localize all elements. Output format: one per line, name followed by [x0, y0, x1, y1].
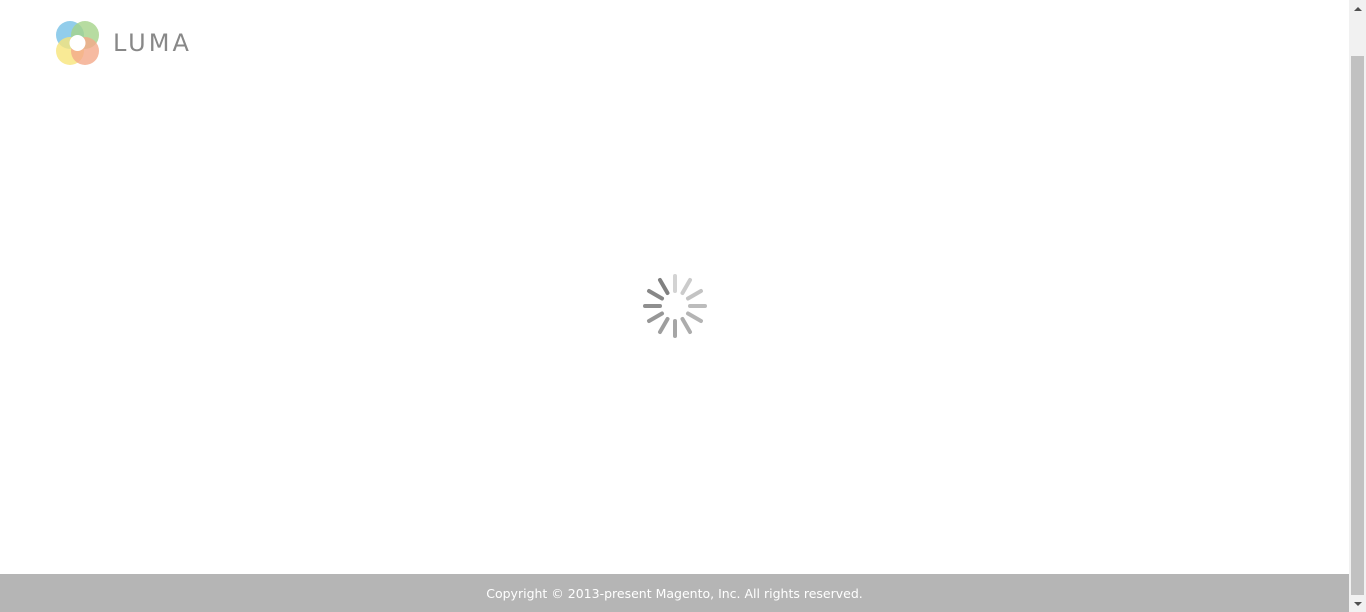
footer: Copyright © 2013-present Magento, Inc. A… — [0, 574, 1349, 612]
spinner-spoke — [647, 289, 665, 301]
spinner-spoke — [658, 316, 670, 334]
scrollbar-thumb[interactable] — [1351, 56, 1364, 595]
header: LUMA — [0, 0, 1349, 90]
logo-text: LUMA — [113, 29, 192, 57]
spinner-spoke — [685, 311, 703, 323]
spinner-spoke — [680, 316, 692, 334]
luma-logo-icon — [56, 21, 99, 65]
vertical-scrollbar[interactable] — [1349, 0, 1366, 612]
loading-spinner-icon — [643, 274, 707, 338]
scroll-up-arrow-icon[interactable] — [1349, 0, 1366, 17]
luma-logo-link[interactable]: LUMA — [54, 20, 192, 66]
spinner-spoke — [680, 278, 692, 296]
scroll-down-arrow-icon[interactable] — [1349, 595, 1366, 612]
page: LUMA Copyright © 2013-present Magento, I… — [0, 0, 1349, 612]
copyright-text: Copyright © 2013-present Magento, Inc. A… — [486, 585, 863, 601]
spinner-spoke — [685, 289, 703, 301]
spinner-spoke — [658, 278, 670, 296]
spinner-spoke — [647, 311, 665, 323]
